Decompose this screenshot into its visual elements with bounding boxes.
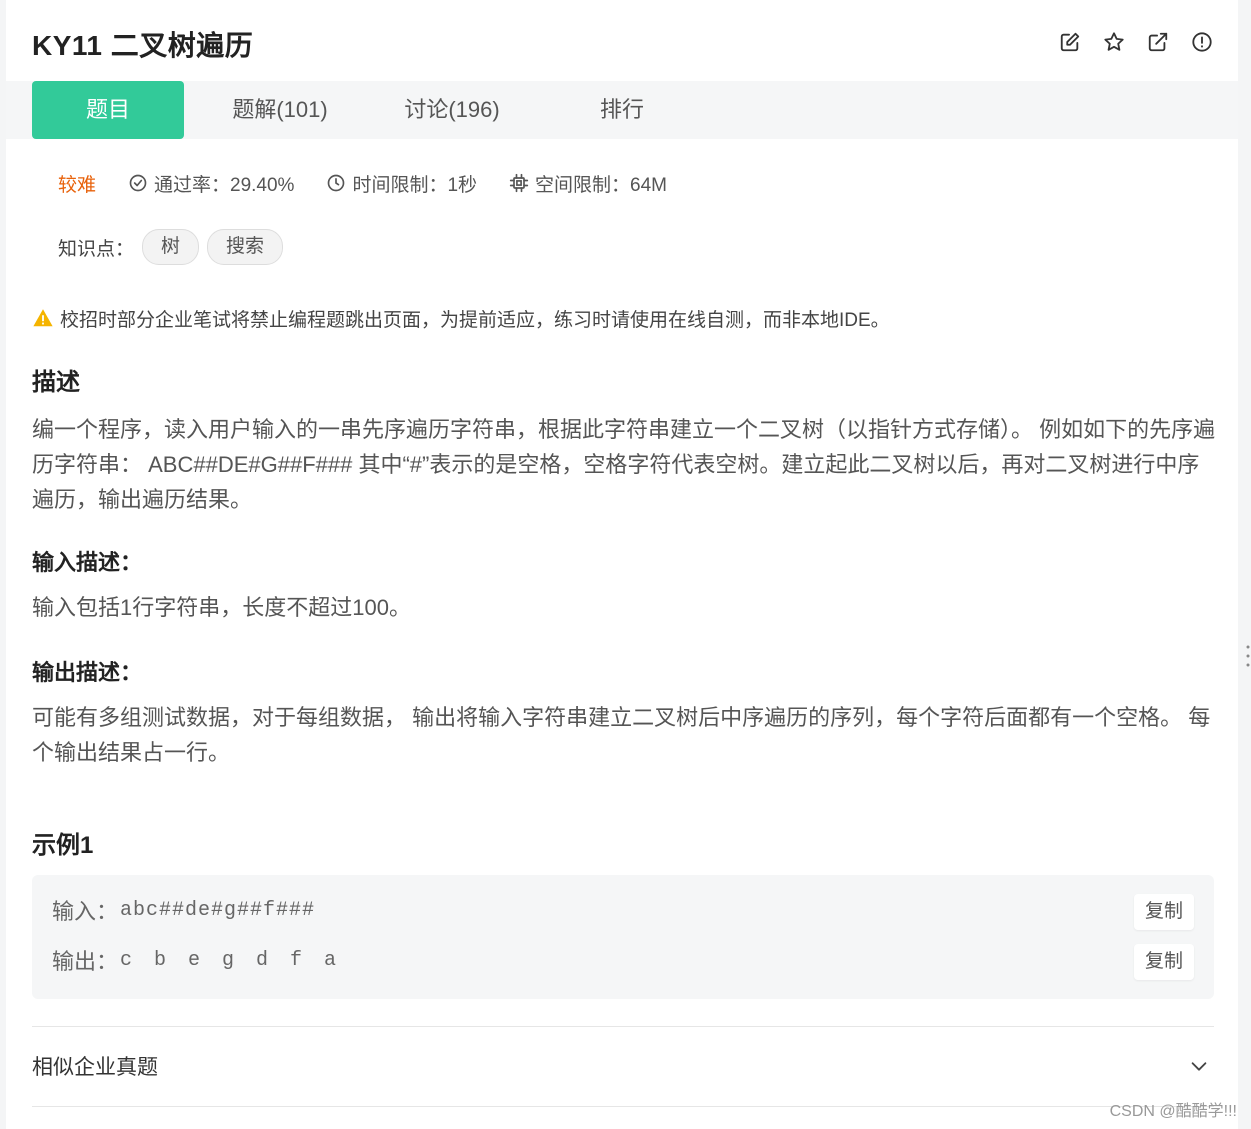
clock-icon — [328, 174, 345, 192]
warning-icon — [33, 309, 53, 327]
tab-bar: 题目 题解(101) 讨论(196) 排行 — [6, 81, 1238, 139]
time-limit: 时间限制：1秒 — [326, 170, 477, 197]
example-output-label: 输出： — [52, 949, 119, 974]
tab-discussion[interactable]: 讨论(196) — [378, 81, 526, 139]
drag-handle-icon[interactable] — [1246, 644, 1250, 668]
chevron-down-icon — [1191, 1062, 1207, 1071]
header-actions — [1058, 30, 1214, 54]
example-output: 输出： c b e g d f a — [52, 943, 338, 977]
star-icon[interactable] — [1102, 30, 1126, 54]
report-icon[interactable] — [1190, 30, 1214, 54]
watermark: CSDN @酷酷学!!! — [1109, 1103, 1237, 1120]
example-title: 示例1 — [32, 832, 94, 859]
example-input-value: abc##de#g##f### — [120, 898, 316, 922]
pass-rate: 通过率：29.40% — [128, 170, 294, 197]
pass-rate-text: 通过率：29.40% — [154, 174, 295, 196]
notice-text: 校招时部分企业笔试将禁止编程题跳出页面，为提前适应，练习时请使用在线自测，而非本… — [60, 309, 890, 331]
problem-page: KY11 二叉树遍历 题目 题解(101) 讨论(196) 排行 较难 通过率：… — [6, 0, 1238, 1129]
tag-search[interactable]: 搜索 — [207, 229, 284, 265]
memory-limit: 空间限制：64M — [509, 170, 667, 197]
similar-questions-label: 相似企业真题 — [32, 1056, 158, 1079]
divider-bottom — [32, 1106, 1214, 1107]
check-circle-icon — [129, 174, 147, 192]
output-desc-text: 可能有多组测试数据，对于每组数据， 输出将输入字符串建立二叉树后中序遍历的序列，… — [32, 705, 1211, 765]
chip-icon — [509, 173, 529, 193]
edit-icon[interactable] — [1058, 30, 1082, 54]
input-desc-text: 输入包括1行字符串，长度不超过100。 — [32, 595, 411, 620]
page-title: KY11 二叉树遍历 — [32, 30, 254, 61]
description-title: 描述 — [32, 369, 80, 396]
input-desc-title: 输入描述： — [32, 550, 143, 575]
similar-questions-toggle[interactable]: 相似企业真题 — [32, 1050, 1214, 1082]
exam-notice: 校招时部分企业笔试将禁止编程题跳出页面，为提前适应，练习时请使用在线自测，而非本… — [32, 304, 890, 332]
difficulty-badge: 较难 — [58, 174, 97, 196]
divider-top — [32, 1026, 1214, 1027]
output-desc-title: 输出描述： — [32, 660, 143, 685]
copy-output-button[interactable]: 复制 — [1134, 944, 1194, 980]
tag-tree[interactable]: 树 — [142, 229, 200, 265]
share-icon[interactable] — [1146, 30, 1170, 54]
example-input-label: 输入： — [52, 899, 119, 924]
knowledge-tags: 知识点： 树 搜索 — [58, 228, 284, 266]
example-box: 输入： abc##de#g##f### 复制 输出： c b e g d f a… — [32, 875, 1214, 999]
knowledge-label: 知识点： — [58, 238, 135, 260]
time-limit-text: 时间限制：1秒 — [352, 174, 478, 196]
description-text: 编一个程序，读入用户输入的一串先序遍历字符串，根据此字符串建立一个二叉树（以指针… — [32, 417, 1216, 512]
copy-input-button[interactable]: 复制 — [1134, 894, 1194, 930]
example-output-value: c b e g d f a — [120, 948, 339, 972]
tab-problem[interactable]: 题目 — [32, 81, 184, 139]
memory-limit-text: 空间限制：64M — [535, 174, 668, 196]
tab-ranking[interactable]: 排行 — [546, 81, 698, 139]
tab-solutions[interactable]: 题解(101) — [206, 81, 354, 139]
problem-meta: 较难 通过率：29.40% 时间限制：1秒 空间限制：64M — [58, 166, 699, 200]
example-input: 输入： abc##de#g##f### — [52, 893, 315, 927]
